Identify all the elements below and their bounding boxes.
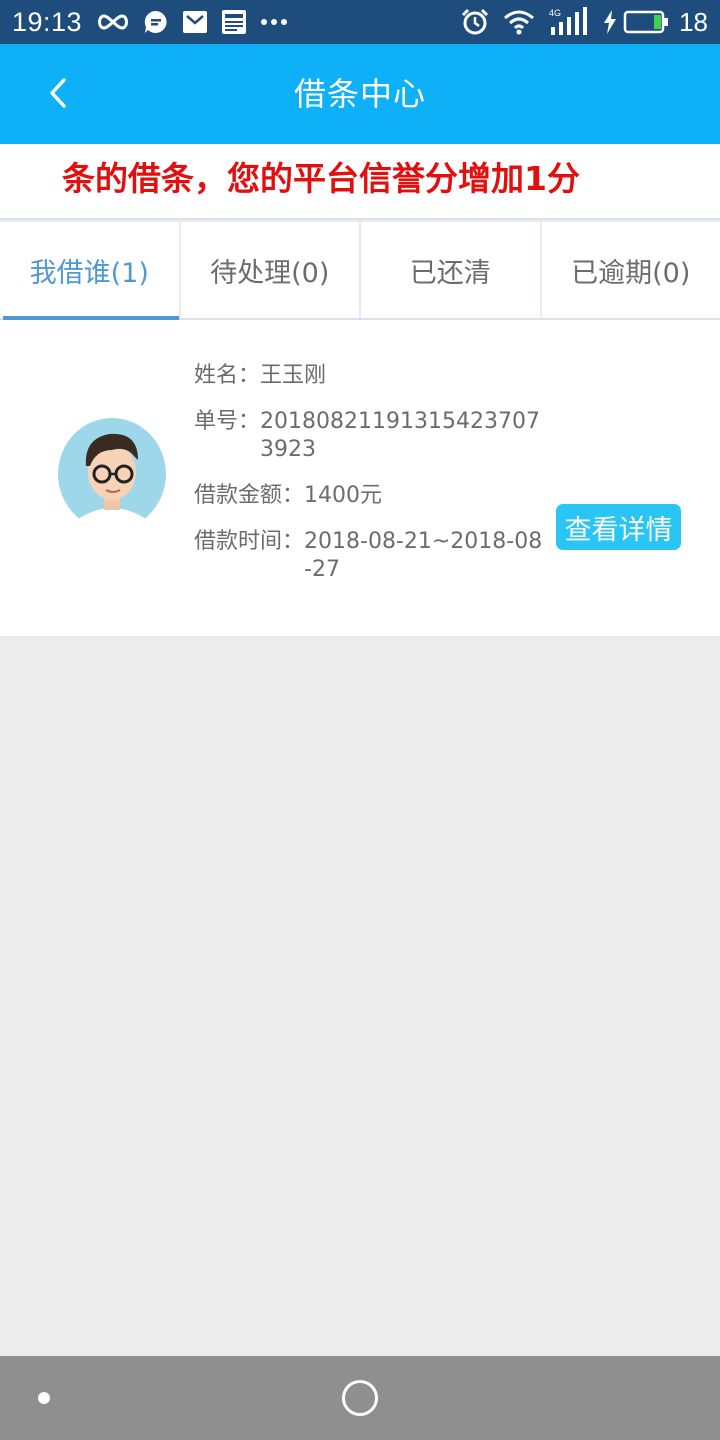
- battery-level: 18: [679, 6, 708, 37]
- borrower-name: 王玉刚: [260, 363, 327, 388]
- system-nav-bar: [0, 1356, 720, 1440]
- app-header: 借条中心: [0, 44, 720, 144]
- network-label: 4G: [549, 8, 561, 18]
- status-right: 4G 18: [447, 7, 708, 38]
- avatar: [54, 410, 174, 532]
- notice-marquee: 条的借条，您的平台信誉分增加1分: [0, 144, 720, 220]
- loan-date-range: 2018-08-21~2018-08-27: [304, 529, 543, 582]
- tab-repaid[interactable]: 已还清: [361, 222, 542, 318]
- alarm-icon: [461, 8, 489, 36]
- amount-label: 借款金额：: [194, 483, 305, 508]
- news-icon: [221, 9, 247, 35]
- tab-overdue[interactable]: 已逾期(0): [542, 222, 720, 318]
- nav-dot-icon[interactable]: [38, 1392, 50, 1404]
- notice-text: 条的借条，您的平台信誉分增加1分: [62, 159, 580, 198]
- tab-pending[interactable]: 待处理(0): [181, 222, 361, 318]
- home-circle-icon[interactable]: [342, 1380, 378, 1416]
- name-label: 姓名：: [194, 363, 261, 388]
- status-bar: 19:13 4G 18: [0, 0, 720, 44]
- tab-lent-to[interactable]: 我借谁(1): [0, 222, 181, 320]
- order-label: 单号：: [194, 409, 261, 434]
- wifi-icon: [503, 9, 535, 35]
- signal-icon: 4G: [549, 7, 589, 37]
- charging-icon: [603, 10, 617, 34]
- page-title: 借条中心: [293, 75, 426, 113]
- loan-tabs: 我借谁(1) 待处理(0) 已还清 已逾期(0): [0, 222, 720, 320]
- date-label: 借款时间：: [194, 529, 305, 554]
- envelope-icon: [182, 9, 208, 35]
- loan-amount: 1400元: [304, 483, 383, 508]
- order-number-row: 单号： 20180821191315423707 3923: [194, 408, 544, 464]
- status-time: 19:13: [12, 6, 83, 37]
- battery-icon: [623, 10, 669, 34]
- infinity-icon: [96, 12, 130, 32]
- order-number: 20180821191315423707 3923: [260, 409, 540, 462]
- borrower-name-row: 姓名： 王玉刚: [194, 362, 544, 390]
- date-row: 借款时间： 2018-08-21~2018-08-27: [194, 528, 544, 584]
- amount-row: 借款金额： 1400元: [194, 482, 544, 510]
- loan-info: 姓名： 王玉刚 单号： 20180821191315423707 3923 借款…: [194, 362, 544, 602]
- view-details-button[interactable]: 查看详情: [556, 504, 681, 550]
- loan-card: 姓名： 王玉刚 单号： 20180821191315423707 3923 借款…: [0, 320, 720, 636]
- more-dots-icon: [260, 18, 288, 26]
- chat-bubble-icon: [143, 9, 169, 35]
